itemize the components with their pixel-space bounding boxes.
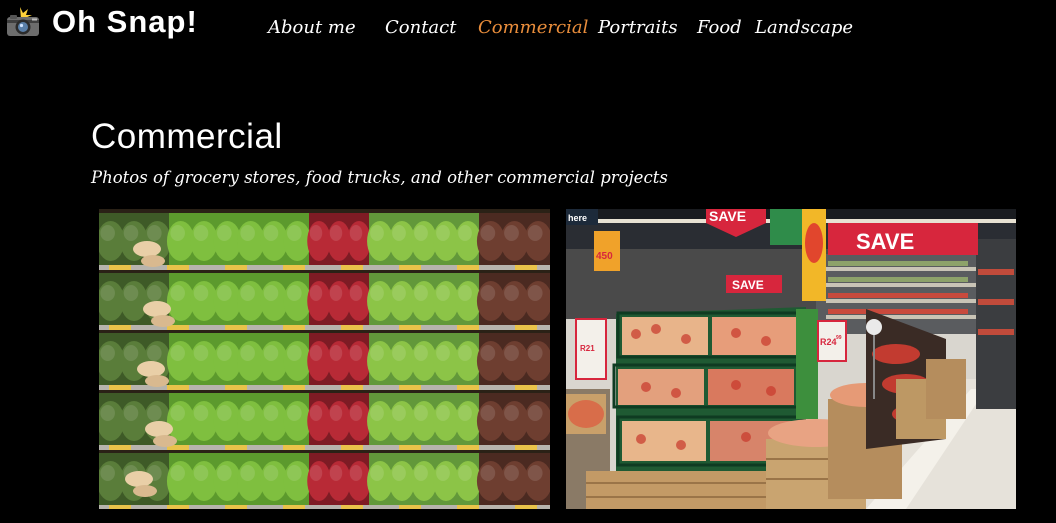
nav-commercial[interactable]: Commercial <box>478 14 588 42</box>
produce-shelves-illustration <box>99 213 550 509</box>
price-tag-big: R24 <box>820 337 837 347</box>
produce-shelves-photo[interactable] <box>99 209 550 509</box>
here-sign-text: here <box>568 213 587 223</box>
nav-about-me[interactable]: About me <box>268 14 356 42</box>
supermarket-aisle-photo[interactable]: here SAVE SAVE 450 SAVE R21 R24 99 <box>566 209 1016 509</box>
nav-food[interactable]: Food <box>697 14 742 42</box>
price-sign-450: 450 <box>596 251 613 262</box>
save-banner-right: SAVE <box>856 229 914 254</box>
camera-flash-icon <box>6 7 40 37</box>
page-title: Commercial <box>91 117 283 156</box>
brand[interactable]: Oh Snap! <box>6 2 198 42</box>
supermarket-illustration: here SAVE SAVE 450 SAVE R21 R24 99 <box>566 209 1016 509</box>
save-sign-mid: SAVE <box>732 278 764 292</box>
price-tag-big-cents: 99 <box>836 335 842 341</box>
price-tag-small: R21 <box>580 344 595 353</box>
brand-title: Oh Snap! <box>52 4 198 39</box>
nav-portraits[interactable]: Portraits <box>598 14 678 42</box>
nav-landscape[interactable]: Landscape <box>755 14 853 42</box>
nav-contact[interactable]: Contact <box>385 14 456 42</box>
save-banner-top: SAVE <box>709 209 746 224</box>
page-subtitle: Photos of grocery stores, food trucks, a… <box>91 168 668 187</box>
